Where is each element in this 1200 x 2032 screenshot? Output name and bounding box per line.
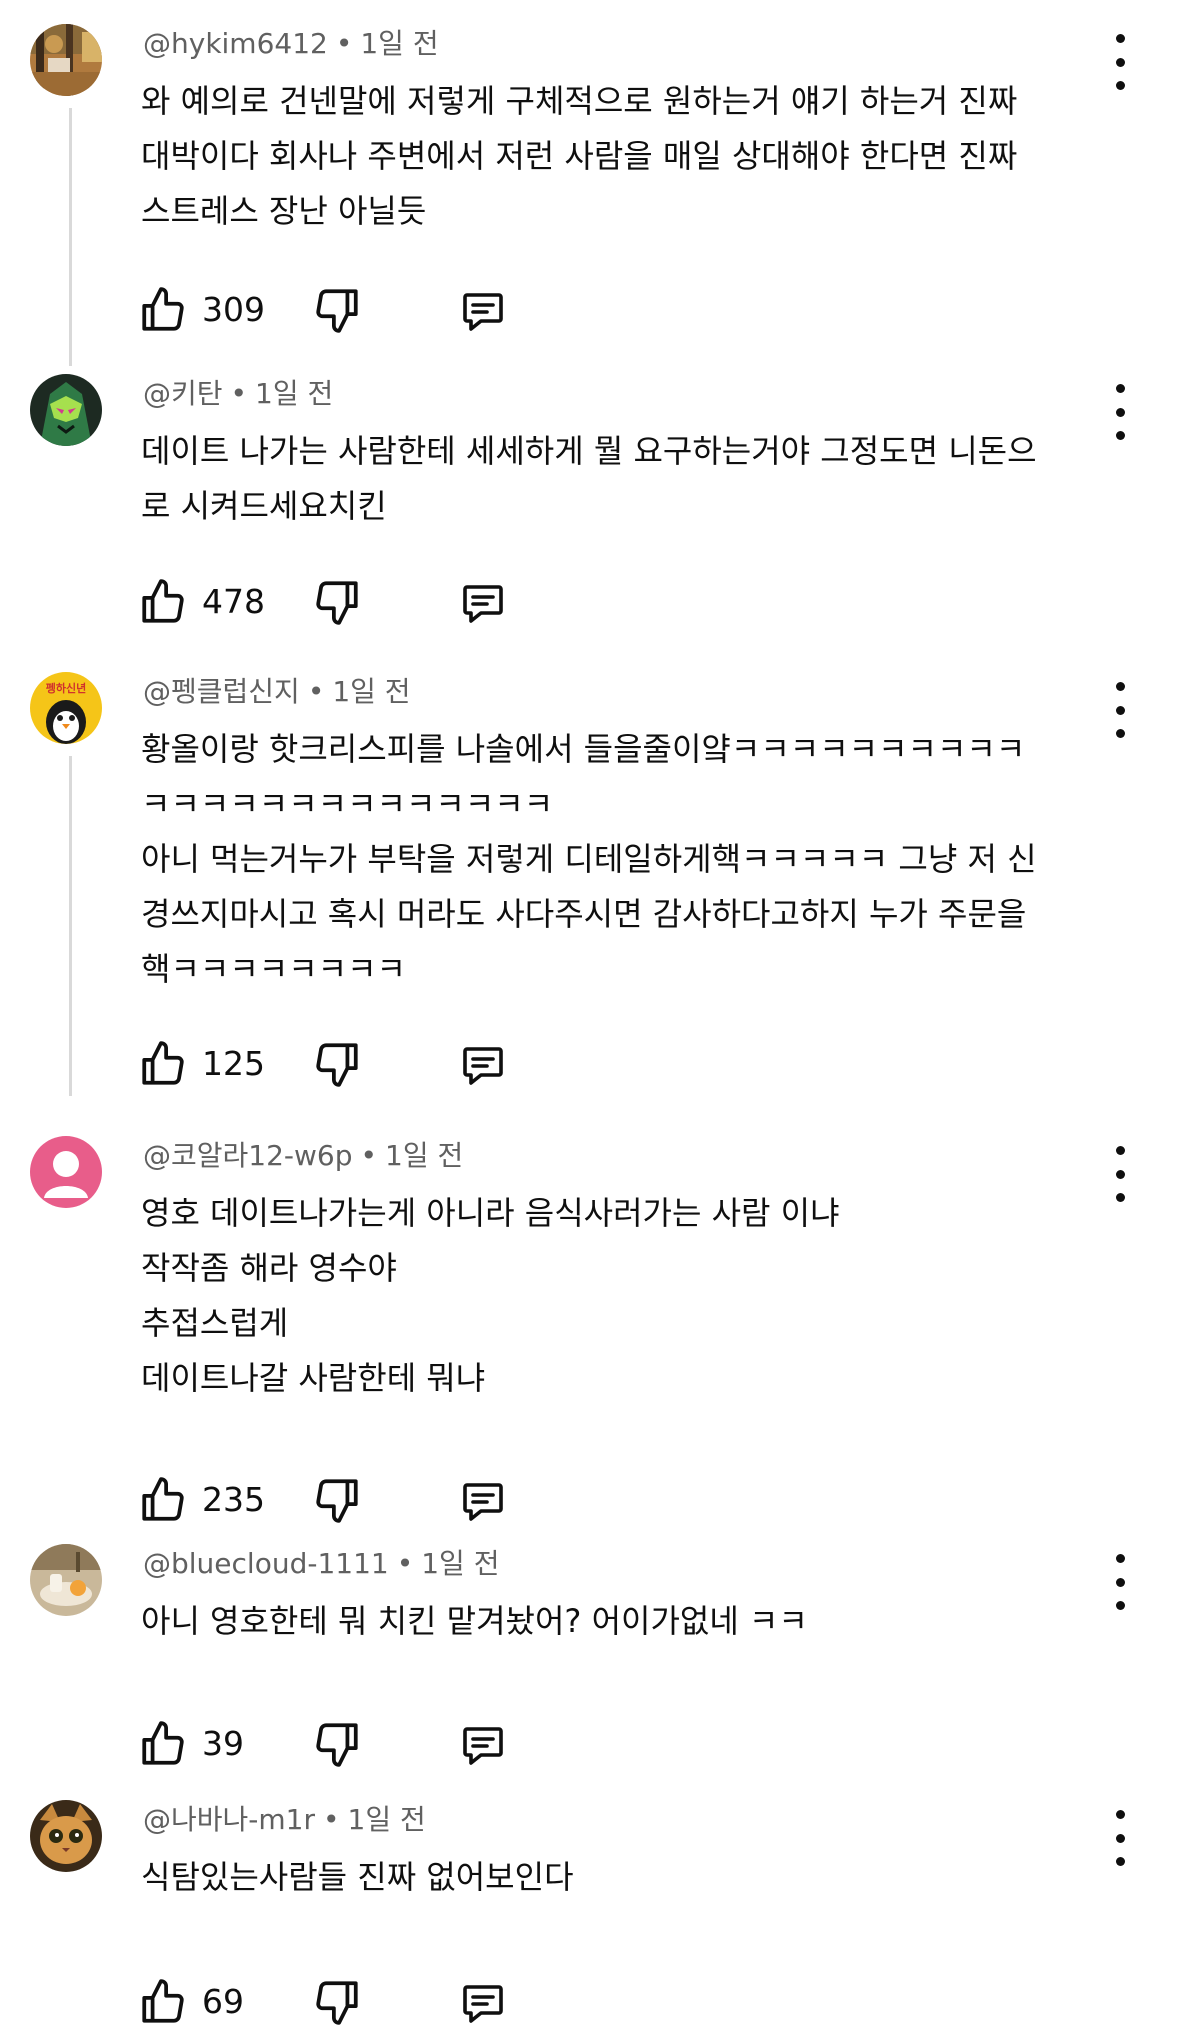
like-count: 69 [202, 1982, 244, 2021]
comment-actions: 235 [138, 1470, 558, 1530]
thumbs-up-icon[interactable] [138, 577, 188, 627]
comment-line: 데이트 나가는 사람한테 세세하게 뭘 요구하는거야 그정도면 니돈으 [141, 432, 1037, 470]
username[interactable]: @코알라12-w6p [143, 1139, 353, 1172]
like-count: 235 [202, 1480, 265, 1519]
comment-line: 아니 먹는거누가 부탁을 저렇게 디테일하게핵ㅋㅋㅋㅋㅋ 그냥 저 신 [141, 840, 1037, 878]
avatar[interactable] [30, 1800, 102, 1872]
thumbs-up-icon[interactable] [138, 1977, 188, 2027]
comment-line: 데이트나갈 사람한테 뭐냐 [141, 1359, 486, 1397]
more-vertical-icon[interactable] [1108, 1146, 1132, 1202]
comment-meta: @hykim6412 • 1일 전 [143, 24, 439, 64]
comment-meta: @코알라12-w6p • 1일 전 [143, 1136, 463, 1176]
like-count: 478 [202, 582, 265, 621]
reply-comment-icon[interactable] [459, 1721, 507, 1769]
like-count: 125 [202, 1044, 265, 1083]
more-vertical-icon[interactable] [1108, 1554, 1132, 1610]
more-vertical-icon[interactable] [1108, 384, 1132, 440]
thumbs-up-icon[interactable] [138, 1039, 188, 1089]
username[interactable]: @bluecloud-1111 [143, 1547, 389, 1580]
thumbs-down-icon[interactable] [312, 285, 362, 335]
thumbs-down-icon[interactable] [312, 1475, 362, 1525]
separator-dot: • [307, 675, 325, 708]
thumbs-up-icon[interactable] [138, 285, 188, 335]
comment-text: 아니 영호한테 뭐 치킨 맡겨놨어? 어이가없네 ㅋㅋ [141, 1594, 1101, 1649]
reply-comment-icon[interactable] [459, 579, 507, 627]
separator-dot: • [396, 1547, 414, 1580]
timestamp[interactable]: 1일 전 [332, 675, 410, 708]
reply-comment-icon[interactable] [459, 1979, 507, 2027]
comment-line: 아니 영호한테 뭐 치킨 맡겨놨어? 어이가없네 ㅋㅋ [141, 1602, 808, 1640]
like-count: 39 [202, 1724, 244, 1763]
avatar[interactable] [30, 1544, 102, 1616]
separator-dot: • [230, 377, 248, 410]
thread-line [69, 756, 72, 1096]
thumbs-down-icon[interactable] [312, 1719, 362, 1769]
comment-line: 식탐있는사람들 진짜 없어보인다 [141, 1858, 574, 1896]
comment-actions: 69 [138, 1972, 558, 2032]
more-vertical-icon[interactable] [1108, 34, 1132, 90]
comment-meta: @키탄 • 1일 전 [143, 374, 333, 414]
thumbs-up-icon[interactable] [138, 1719, 188, 1769]
timestamp[interactable]: 1일 전 [421, 1547, 499, 1580]
username[interactable]: @나바나-m1r [143, 1803, 315, 1836]
comment-meta: @펭클럽신지 • 1일 전 [143, 672, 411, 712]
like-count: 309 [202, 290, 265, 329]
more-vertical-icon[interactable] [1108, 682, 1132, 738]
comment-actions: 125 [138, 1034, 558, 1094]
avatar-logo-text: 펭하신년 [46, 681, 86, 695]
comment-line: 핵ㅋㅋㅋㅋㅋㅋㅋㅋ [141, 950, 406, 988]
comment-line: 경쓰지마시고 혹시 머라도 사다주시면 감사하다고하지 누가 주문을 [141, 895, 1027, 933]
comment-line: 대박이다 회사나 주변에서 저런 사람을 매일 상대해야 한다면 진짜 [141, 137, 1018, 175]
avatar[interactable] [30, 24, 102, 96]
timestamp[interactable]: 1일 전 [385, 1139, 463, 1172]
comment-line: 황올이랑 핫크리스피를 나솔에서 들을줄이얔ㅋㅋㅋㅋㅋㅋㅋㅋㅋㅋ [141, 730, 1026, 768]
comment-actions: 478 [138, 572, 558, 632]
username[interactable]: @키탄 [143, 377, 223, 410]
thumbs-down-icon[interactable] [312, 1977, 362, 2027]
comment-text: 와 예의로 건넨말에 저렇게 구체적으로 원하는거 얘기 하는거 진짜 대박이다… [141, 74, 1101, 239]
comment-actions: 309 [138, 280, 558, 340]
avatar[interactable] [30, 374, 102, 446]
comment-line: 영호 데이트나가는게 아니라 음식사러가는 사람 이냐 [141, 1194, 840, 1232]
comment-meta: @bluecloud-1111 • 1일 전 [143, 1544, 499, 1584]
comment-text: 데이트 나가는 사람한테 세세하게 뭘 요구하는거야 그정도면 니돈으 로 시켜… [141, 424, 1101, 534]
timestamp[interactable]: 1일 전 [348, 1803, 426, 1836]
comment-line: 스트레스 장난 아닐듯 [141, 192, 427, 230]
comment-meta: @나바나-m1r • 1일 전 [143, 1800, 426, 1840]
comment-text: 영호 데이트나가는게 아니라 음식사러가는 사람 이냐 작작좀 해라 영수야 추… [141, 1186, 1101, 1406]
separator-dot: • [360, 1139, 378, 1172]
reply-comment-icon[interactable] [459, 1477, 507, 1525]
timestamp[interactable]: 1일 전 [255, 377, 333, 410]
avatar[interactable]: 펭하신년 [30, 672, 102, 744]
comment-line: ㅋㅋㅋㅋㅋㅋㅋㅋㅋㅋㅋㅋㅋㅋ [141, 785, 554, 823]
comment-actions: 39 [138, 1714, 558, 1774]
thumbs-down-icon[interactable] [312, 1039, 362, 1089]
reply-comment-icon[interactable] [459, 1041, 507, 1089]
thumbs-up-icon[interactable] [138, 1475, 188, 1525]
separator-dot: • [323, 1803, 340, 1836]
thumbs-down-icon[interactable] [312, 577, 362, 627]
timestamp[interactable]: 1일 전 [360, 27, 438, 60]
comment-line: 로 시켜드세요치킨 [141, 487, 387, 525]
username[interactable]: @hykim6412 [143, 27, 328, 60]
more-vertical-icon[interactable] [1108, 1810, 1132, 1866]
avatar[interactable] [30, 1136, 102, 1208]
comment-line: 와 예의로 건넨말에 저렇게 구체적으로 원하는거 얘기 하는거 진짜 [141, 82, 1018, 120]
comment-line: 추접스럽게 [141, 1304, 289, 1342]
username[interactable]: @펭클럽신지 [143, 675, 300, 708]
separator-dot: • [335, 27, 353, 60]
thread-line [69, 108, 72, 366]
comment-text: 황올이랑 핫크리스피를 나솔에서 들을줄이얔ㅋㅋㅋㅋㅋㅋㅋㅋㅋㅋ ㅋㅋㅋㅋㅋㅋㅋ… [141, 722, 1101, 997]
comment-line: 작작좀 해라 영수야 [141, 1249, 397, 1287]
comment-text: 식탐있는사람들 진짜 없어보인다 [141, 1850, 1101, 1905]
reply-comment-icon[interactable] [459, 287, 507, 335]
